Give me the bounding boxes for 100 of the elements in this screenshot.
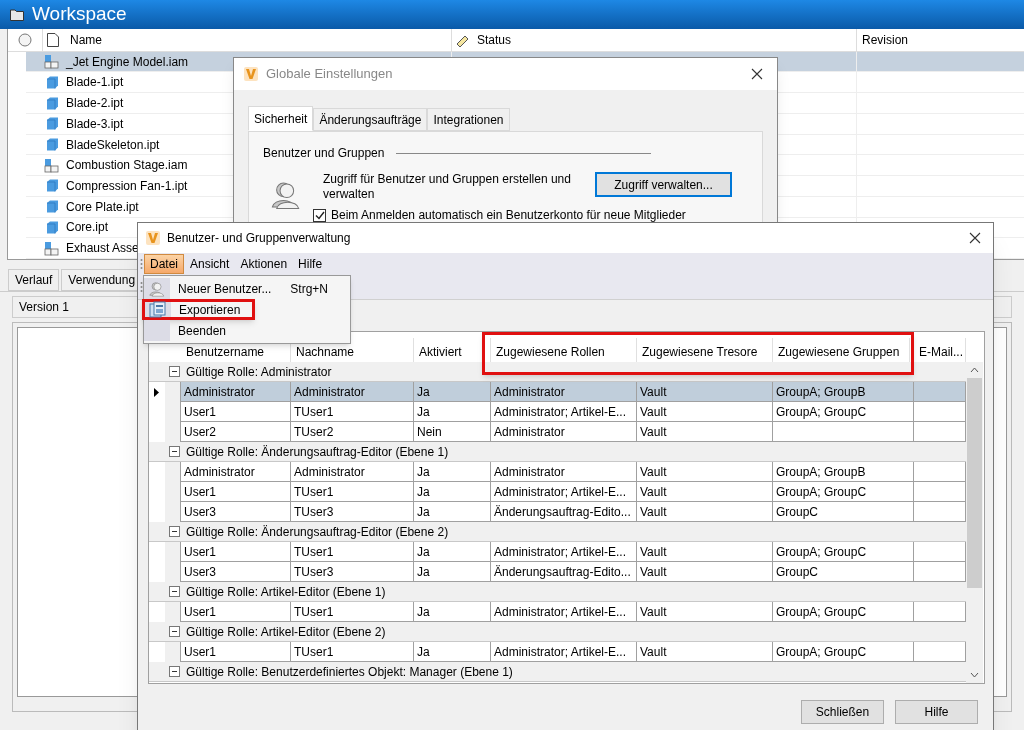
user-row[interactable]: User1 TUser1 Ja Administrator; Artikel-E... Vault GroupA; GroupC — [180, 402, 966, 422]
user-row[interactable]: User3 TUser3 Ja Änderungsauftrag-Edito... Vault GroupC — [180, 502, 966, 522]
cube-icon — [46, 220, 59, 234]
table-cell-text: GroupC — [776, 503, 819, 521]
menu-item[interactable]: Hilfe — [293, 253, 328, 274]
table-cell-text: Änderungsauftrag-Edito... — [494, 503, 631, 521]
table-cell-text: Administrator; Artikel-E... — [494, 403, 627, 421]
cube-icon — [46, 117, 59, 131]
cube-icon — [46, 138, 59, 151]
cube-icon — [46, 200, 59, 214]
cube-icon — [46, 179, 59, 193]
menu-entry[interactable]: Exportieren — [171, 300, 241, 319]
export-icon — [149, 300, 167, 319]
table-cell-text: GroupA; GroupC — [776, 543, 867, 561]
user-row[interactable]: Administrator Administrator Ja Administrator Vault GroupA; GroupB — [180, 462, 966, 482]
table-cell-text: GroupA; GroupC — [776, 643, 867, 661]
table-cell-text: Vault — [640, 483, 667, 501]
manage-access-button[interactable]: Zugriff verwalten... — [595, 172, 732, 197]
tab[interactable]: Änderungsaufträge — [313, 108, 428, 131]
user-row[interactable]: User1 TUser1 Ja Administrator; Artikel-E... Vault GroupA; GroupC — [180, 482, 966, 502]
table-cell-text: Vault — [640, 563, 667, 581]
table-cell-text: TUser1 — [294, 603, 334, 621]
tab[interactable]: Verlauf — [8, 269, 60, 291]
menu-item[interactable]: Datei — [144, 253, 184, 274]
table-cell-text: User1 — [184, 403, 216, 421]
menu-entry[interactable]: Neuer Benutzer... — [170, 279, 272, 298]
tab[interactable]: Integrationen — [427, 108, 510, 131]
scrollbar[interactable] — [966, 362, 983, 683]
table-cell-text: Vault — [640, 643, 667, 661]
column-header[interactable]: Name — [63, 29, 451, 51]
user-row[interactable]: User2 TUser2 Nein Administrator Vault — [180, 422, 966, 442]
menu-row[interactable]: Beenden — [144, 320, 350, 341]
user-row[interactable]: User1 TUser1 Ja Administrator; Artikel-E... Vault GroupA; GroupC — [180, 642, 966, 662]
table-cell-text: TUser2 — [294, 423, 334, 441]
close-icon[interactable] — [751, 68, 763, 80]
table-cell-text: GroupA; GroupC — [776, 603, 867, 621]
grip-icon — [140, 257, 143, 270]
table-cell-text: TUser1 — [294, 643, 334, 661]
user-row[interactable]: Administrator Administrator Ja Administrator Vault GroupA; GroupB — [180, 382, 966, 402]
logo-icon — [146, 231, 160, 245]
table-cell-text: Ja — [417, 483, 430, 501]
check-icon — [314, 211, 325, 220]
checkbox[interactable] — [313, 209, 326, 222]
table-cell-text: TUser3 — [294, 503, 334, 521]
group-title: Gültige Rolle: Änderungsauftrag-Editor (Ebene 1) — [186, 443, 449, 461]
table-cell-text: GroupA; GroupC — [776, 403, 867, 421]
table-cell-text: Administrator — [294, 463, 365, 481]
menu-item[interactable]: Ansicht — [185, 253, 235, 274]
file-name: Combustion Stage.iam — [66, 157, 188, 175]
dialog-title: Globale Einstellungen — [266, 65, 393, 84]
table-cell-text: Vault — [640, 503, 667, 521]
window-title: Workspace — [32, 2, 127, 27]
table-cell-text: Administrator — [184, 383, 255, 401]
dialog-button[interactable]: Hilfe — [895, 700, 978, 724]
menu-entry[interactable]: Beenden — [170, 321, 227, 340]
shortcut-label: Strg+N — [290, 280, 328, 298]
column-header[interactable]: Status — [477, 30, 512, 49]
table-cell-text: TUser3 — [294, 563, 334, 581]
table-cell-text: User1 — [184, 483, 216, 501]
column-header[interactable]: Revision — [856, 29, 1024, 51]
table-cell-text: User3 — [184, 563, 216, 581]
status-circle-icon — [18, 32, 32, 47]
user-row[interactable]: User1 TUser1 Ja Administrator; Artikel-E... Vault GroupA; GroupC — [180, 542, 966, 562]
group-title: Gültige Rolle: Artikel-Editor (Ebene 1) — [186, 583, 386, 601]
dialog-title: Benutzer- und Gruppenverwaltung — [167, 230, 351, 247]
table-cell-text: Administrator; Artikel-E... — [494, 543, 627, 561]
user-row[interactable]: User1 TUser1 Ja Administrator; Artikel-E... Vault GroupA; GroupC — [180, 602, 966, 622]
section-title: Benutzer und Gruppen — [263, 145, 385, 162]
table-cell-text: Ja — [417, 603, 430, 621]
table-cell-text: Vault — [640, 403, 667, 421]
expand-toggle[interactable] — [169, 666, 180, 677]
dialog-button[interactable]: Schließen — [801, 700, 884, 724]
expand-toggle[interactable] — [169, 586, 180, 597]
table-cell-text: Ja — [417, 463, 430, 481]
assembly-icon — [44, 157, 59, 173]
file-name: Blade-1.ipt — [66, 74, 124, 92]
close-icon[interactable] — [969, 232, 981, 244]
user-row[interactable]: User3 TUser3 Ja Änderungsauftrag-Edito... Vault GroupC — [180, 562, 966, 582]
group-title: Gültige Rolle: Artikel-Editor (Ebene 2) — [186, 623, 386, 641]
table-cell-text: Vault — [640, 423, 667, 441]
file-name: Core.ipt — [66, 219, 109, 237]
tab[interactable]: Sicherheit — [248, 106, 314, 131]
assembly-icon — [44, 240, 59, 256]
group-title: Gültige Rolle: Administrator — [186, 363, 332, 381]
table-cell-text: Ja — [417, 543, 430, 561]
menu-item[interactable]: Aktionen — [235, 253, 293, 274]
expand-toggle[interactable] — [169, 446, 180, 457]
menu-row[interactable]: Neuer Benutzer... Strg+N — [144, 278, 350, 299]
table-cell-text: GroupC — [776, 563, 819, 581]
expand-toggle[interactable] — [169, 526, 180, 537]
expand-toggle[interactable] — [169, 626, 180, 637]
file-name: Core Plate.ipt — [66, 198, 139, 216]
table-cell-text: Änderungsauftrag-Edito... — [494, 563, 631, 581]
current-row-icon — [154, 387, 160, 397]
table-cell-text: Administrator — [494, 383, 565, 401]
table-cell-text: Vault — [640, 383, 667, 401]
table-cell-text: Vault — [640, 463, 667, 481]
table-cell-text: Administrator — [494, 423, 565, 441]
table-cell-text: GroupA; GroupB — [776, 383, 866, 401]
expand-toggle[interactable] — [169, 366, 180, 377]
